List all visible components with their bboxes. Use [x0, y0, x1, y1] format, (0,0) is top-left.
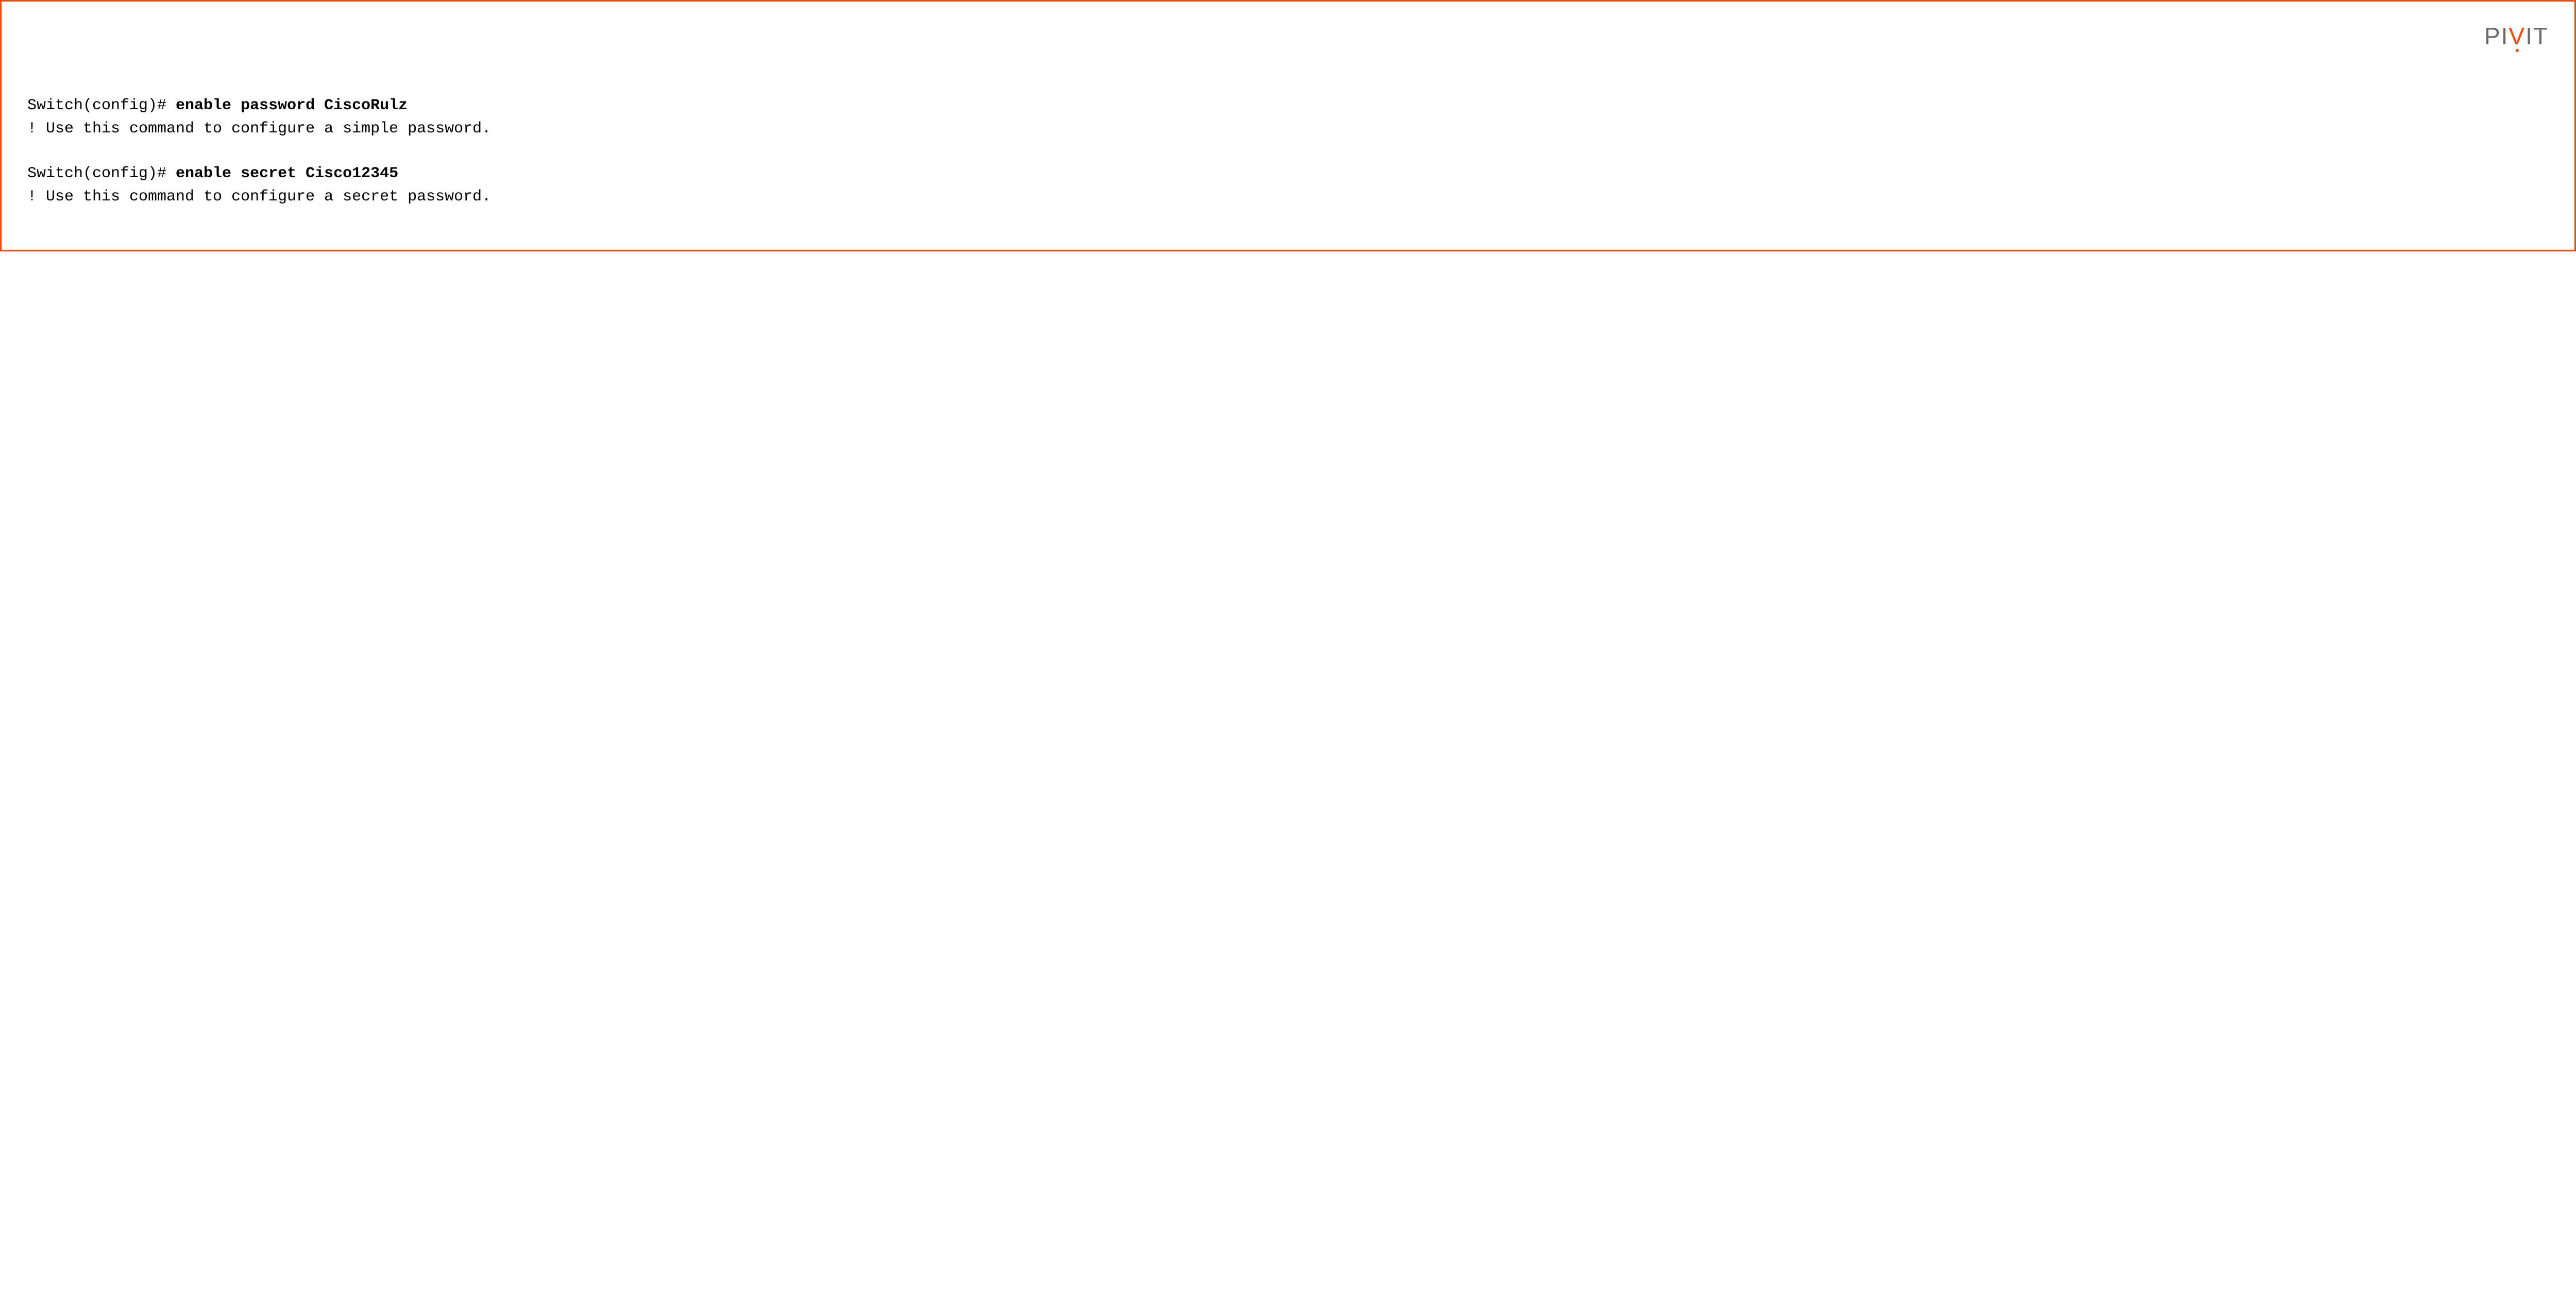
prompt-2: Switch(config)#	[27, 165, 176, 182]
command-block-2: Switch(config)# enable secret Cisco12345…	[27, 162, 2549, 209]
logo-letter-v: V	[2509, 23, 2526, 49]
comment-line-2: ! Use this command to configure a secret…	[27, 185, 2549, 209]
terminal-content: Switch(config)# enable password CiscoRul…	[27, 94, 2549, 209]
pivit-logo: PIVIT	[2484, 22, 2549, 50]
logo-letter-i2: I	[2526, 22, 2533, 50]
command-line-1: Switch(config)# enable password CiscoRul…	[27, 94, 2549, 117]
comment-line-1: ! Use this command to configure a simple…	[27, 117, 2549, 141]
logo-letter-p: P	[2484, 22, 2501, 50]
logo-letter-v-wrap: V	[2509, 22, 2526, 50]
logo-letter-t: T	[2533, 22, 2549, 50]
command-block-1: Switch(config)# enable password CiscoRul…	[27, 94, 2549, 141]
logo-dot-icon	[2516, 49, 2519, 52]
prompt-1: Switch(config)#	[27, 97, 176, 114]
command-2: enable secret Cisco12345	[176, 165, 398, 182]
command-line-2: Switch(config)# enable secret Cisco12345	[27, 162, 2549, 185]
logo-letter-i1: I	[2501, 22, 2509, 50]
document-frame: PIVIT Switch(config)# enable password Ci…	[0, 0, 2576, 251]
command-1: enable password CiscoRulz	[176, 97, 408, 114]
